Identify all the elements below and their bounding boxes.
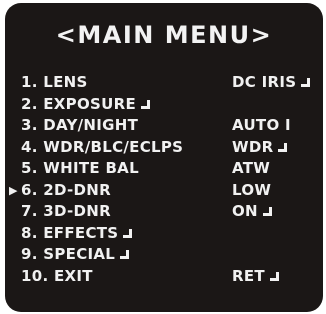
menu-item-value-text: LOW	[232, 180, 272, 199]
menu-item-1[interactable]: 1. LENS DC IRIS	[5, 72, 323, 94]
enter-submenu-icon	[262, 207, 272, 216]
menu-item-label: 10. EXIT	[21, 266, 93, 288]
menu-item-label: 3. DAY/NIGHT	[21, 115, 138, 137]
menu-item-value: DC IRIS	[232, 72, 311, 94]
menu-item-5[interactable]: 5. WHITE BAL ATW	[5, 158, 323, 180]
menu-item-10[interactable]: 10. EXIT RET	[5, 266, 323, 288]
menu-list: 1. LENS DC IRIS 2. EXPOSURE 3. DAY/NIGHT AUT…	[5, 72, 323, 287]
menu-item-label-text: 2. EXPOSURE	[21, 94, 136, 113]
menu-item-label: 2. EXPOSURE	[21, 94, 150, 116]
menu-item-4[interactable]: 4. WDR/BLC/ECLPS WDR	[5, 137, 323, 159]
menu-item-3[interactable]: 3. DAY/NIGHT AUTO I	[5, 115, 323, 137]
menu-item-value: ATW	[232, 158, 270, 180]
enter-submenu-icon	[269, 271, 279, 281]
menu-item-label-text: 7. 3D-DNR	[21, 202, 112, 220]
menu-item-value: LOW	[232, 180, 271, 202]
menu-item-value: WDR	[232, 137, 288, 159]
menu-item-label: 8. EFFECTS	[21, 223, 133, 245]
menu-item-value: AUTO I	[232, 115, 291, 137]
enter-submenu-icon	[301, 78, 311, 87]
menu-item-label-text: 1. LENS	[21, 73, 88, 91]
menu-item-label-text: 9. SPECIAL	[21, 245, 116, 263]
menu-item-label: 5. WHITE BAL	[21, 158, 139, 180]
menu-item-label: 6. 2D-DNR	[21, 180, 111, 202]
menu-item-label: 7. 3D-DNR	[21, 201, 111, 223]
menu-item-label-text: 8. EFFECTS	[21, 223, 119, 242]
osd-screen: <MAIN MENU> 1. LENS DC IRIS 2. EXPOSURE 3. …	[5, 3, 323, 312]
selection-cursor-icon: ▶	[9, 183, 18, 197]
enter-submenu-icon	[123, 228, 133, 238]
menu-item-value-text: DC IRIS	[232, 73, 297, 91]
menu-item-2[interactable]: 2. EXPOSURE	[5, 94, 323, 116]
menu-item-value: RET	[232, 266, 279, 288]
menu-item-label: 1. LENS	[21, 72, 88, 94]
menu-item-label-text: 5. WHITE BAL	[21, 159, 139, 177]
menu-item-label-text: 3. DAY/NIGHT	[21, 116, 139, 134]
menu-item-value-text: ATW	[232, 159, 271, 177]
menu-item-label: 4. WDR/BLC/ECLPS	[21, 137, 183, 159]
menu-item-label-text: 4. WDR/BLC/ECLPS	[21, 137, 184, 156]
menu-item-value-text: ON	[232, 202, 258, 220]
menu-item-label: 9. SPECIAL	[21, 244, 130, 266]
menu-title: <MAIN MENU>	[55, 21, 273, 49]
menu-item-8[interactable]: 8. EFFECTS	[5, 223, 323, 245]
menu-item-label-text: 6. 2D-DNR	[21, 180, 112, 199]
menu-item-label-text: 10. EXIT	[21, 266, 93, 285]
menu-item-7[interactable]: 7. 3D-DNR ON	[5, 201, 323, 223]
menu-item-6[interactable]: ▶ 6. 2D-DNR LOW	[5, 180, 323, 202]
osd-monitor-frame: <MAIN MENU> 1. LENS DC IRIS 2. EXPOSURE 3. …	[0, 0, 326, 314]
menu-item-value-text: WDR	[232, 137, 274, 156]
menu-item-value-text: RET	[232, 266, 265, 285]
menu-item-value: ON	[232, 201, 272, 223]
enter-submenu-icon	[120, 250, 130, 259]
enter-submenu-icon	[278, 142, 288, 152]
menu-item-9[interactable]: 9. SPECIAL	[5, 244, 323, 266]
enter-submenu-icon	[141, 99, 150, 109]
menu-item-value-text: AUTO I	[232, 116, 291, 134]
